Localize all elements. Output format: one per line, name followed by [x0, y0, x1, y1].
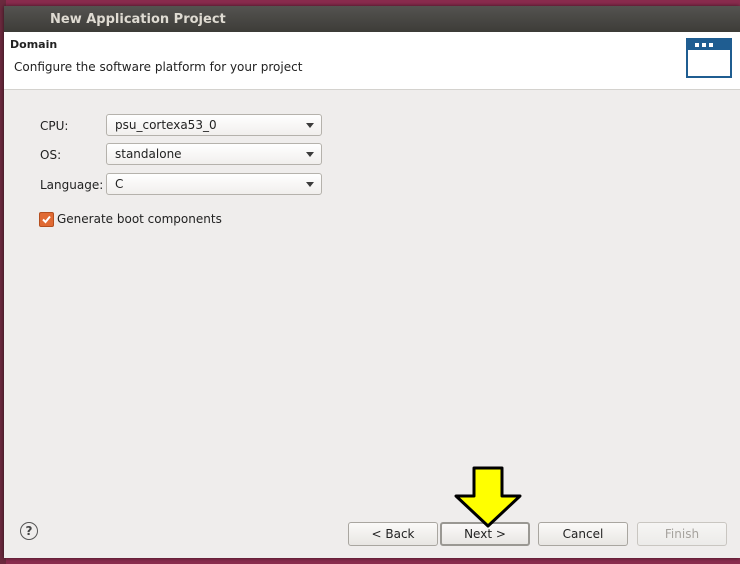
- yellow-arrow-icon: [454, 466, 522, 528]
